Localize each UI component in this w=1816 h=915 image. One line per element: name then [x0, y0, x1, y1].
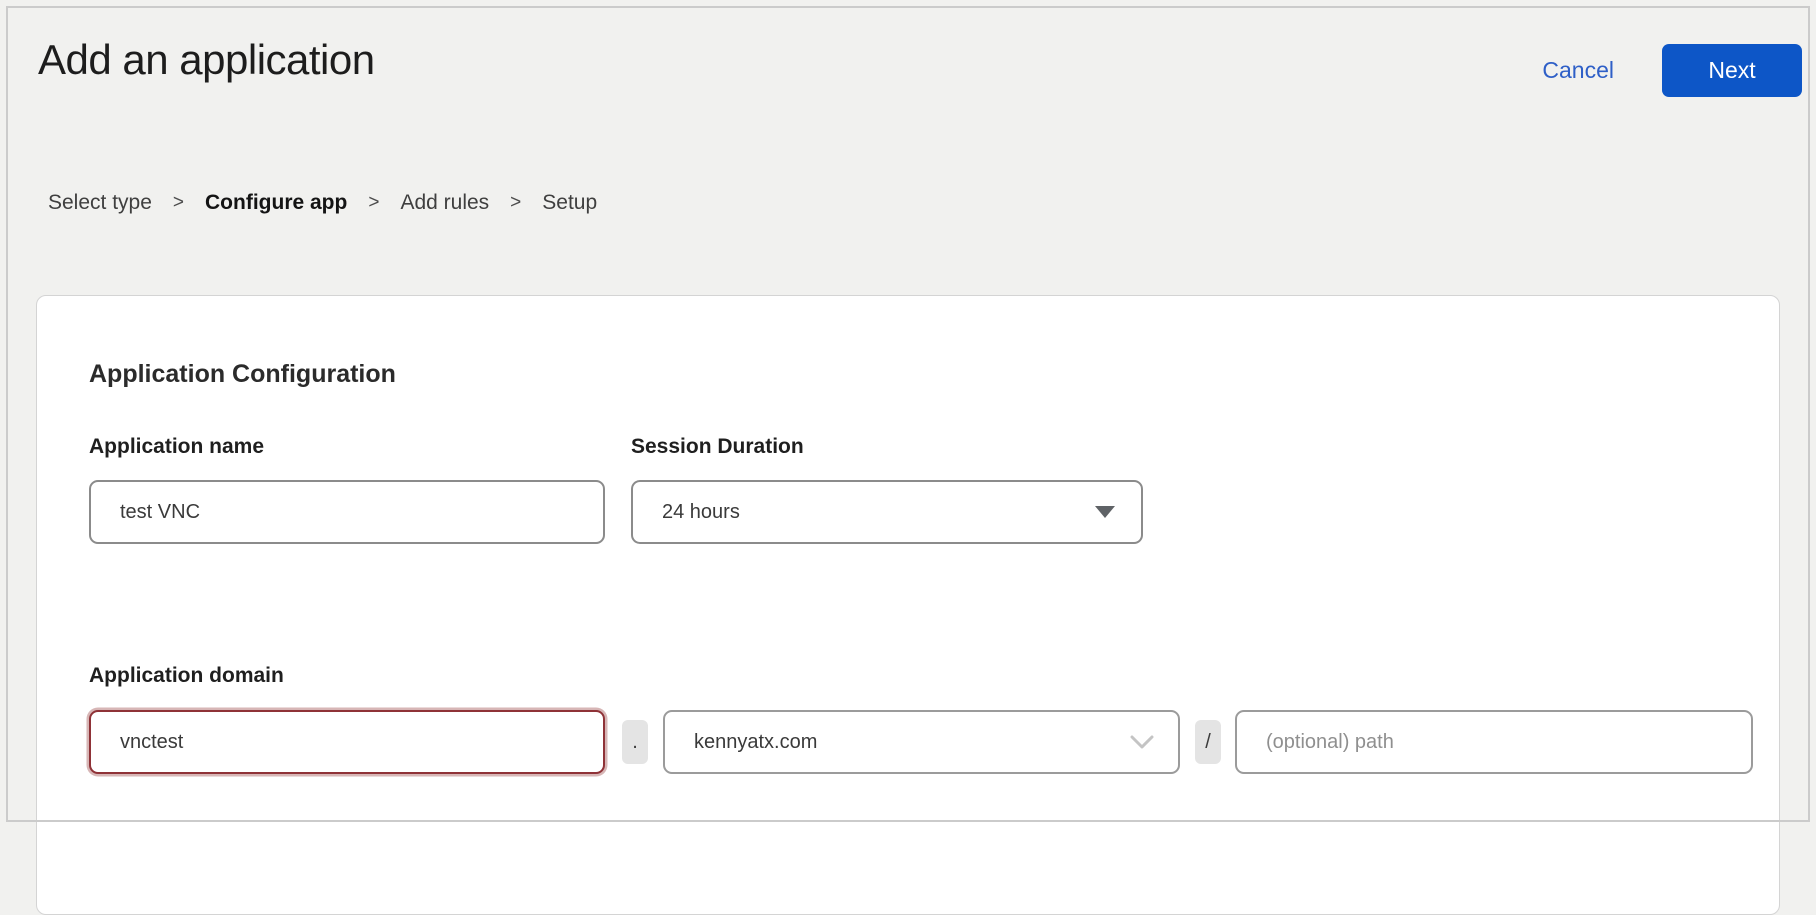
name-duration-row: Application name Session Duration 24 hou… — [89, 435, 1779, 544]
breadcrumb-separator-icon: > — [173, 192, 184, 214]
caret-down-icon — [1095, 506, 1115, 518]
application-domain-label: Application domain — [89, 664, 1779, 688]
header-actions: Cancel Next — [1542, 44, 1802, 97]
domain-select-value: kennyatx.com — [694, 731, 817, 754]
subdomain-input[interactable] — [89, 710, 605, 774]
domain-line: . kennyatx.com / — [89, 710, 1779, 774]
breadcrumb: Select type > Configure app > Add rules … — [48, 191, 1816, 215]
configuration-card: Application Configuration Application na… — [36, 295, 1780, 915]
application-name-group: Application name — [89, 435, 605, 544]
path-input[interactable] — [1235, 710, 1753, 774]
next-button[interactable]: Next — [1662, 44, 1802, 97]
application-name-label: Application name — [89, 435, 605, 459]
domain-select[interactable]: kennyatx.com — [663, 710, 1180, 774]
breadcrumb-separator-icon: > — [510, 192, 521, 214]
session-duration-label: Session Duration — [631, 435, 1143, 459]
chevron-down-icon — [1130, 735, 1154, 750]
page-title: Add an application — [38, 34, 375, 87]
application-domain-row: Application domain . kennyatx.com / — [89, 664, 1779, 774]
session-duration-group: Session Duration 24 hours — [631, 435, 1143, 544]
session-duration-value: 24 hours — [662, 501, 740, 524]
breadcrumb-step-setup[interactable]: Setup — [542, 191, 597, 215]
slash-separator: / — [1195, 720, 1221, 764]
dot-separator: . — [622, 720, 648, 764]
breadcrumb-step-configure-app[interactable]: Configure app — [205, 191, 347, 215]
session-duration-select[interactable]: 24 hours — [631, 480, 1143, 544]
breadcrumb-step-select-type[interactable]: Select type — [48, 191, 152, 215]
page-header: Add an application Cancel Next — [0, 0, 1816, 97]
breadcrumb-separator-icon: > — [368, 192, 379, 214]
breadcrumb-step-add-rules[interactable]: Add rules — [400, 191, 489, 215]
section-title: Application Configuration — [89, 360, 1779, 389]
cancel-button[interactable]: Cancel — [1542, 57, 1614, 84]
application-name-input[interactable] — [89, 480, 605, 544]
